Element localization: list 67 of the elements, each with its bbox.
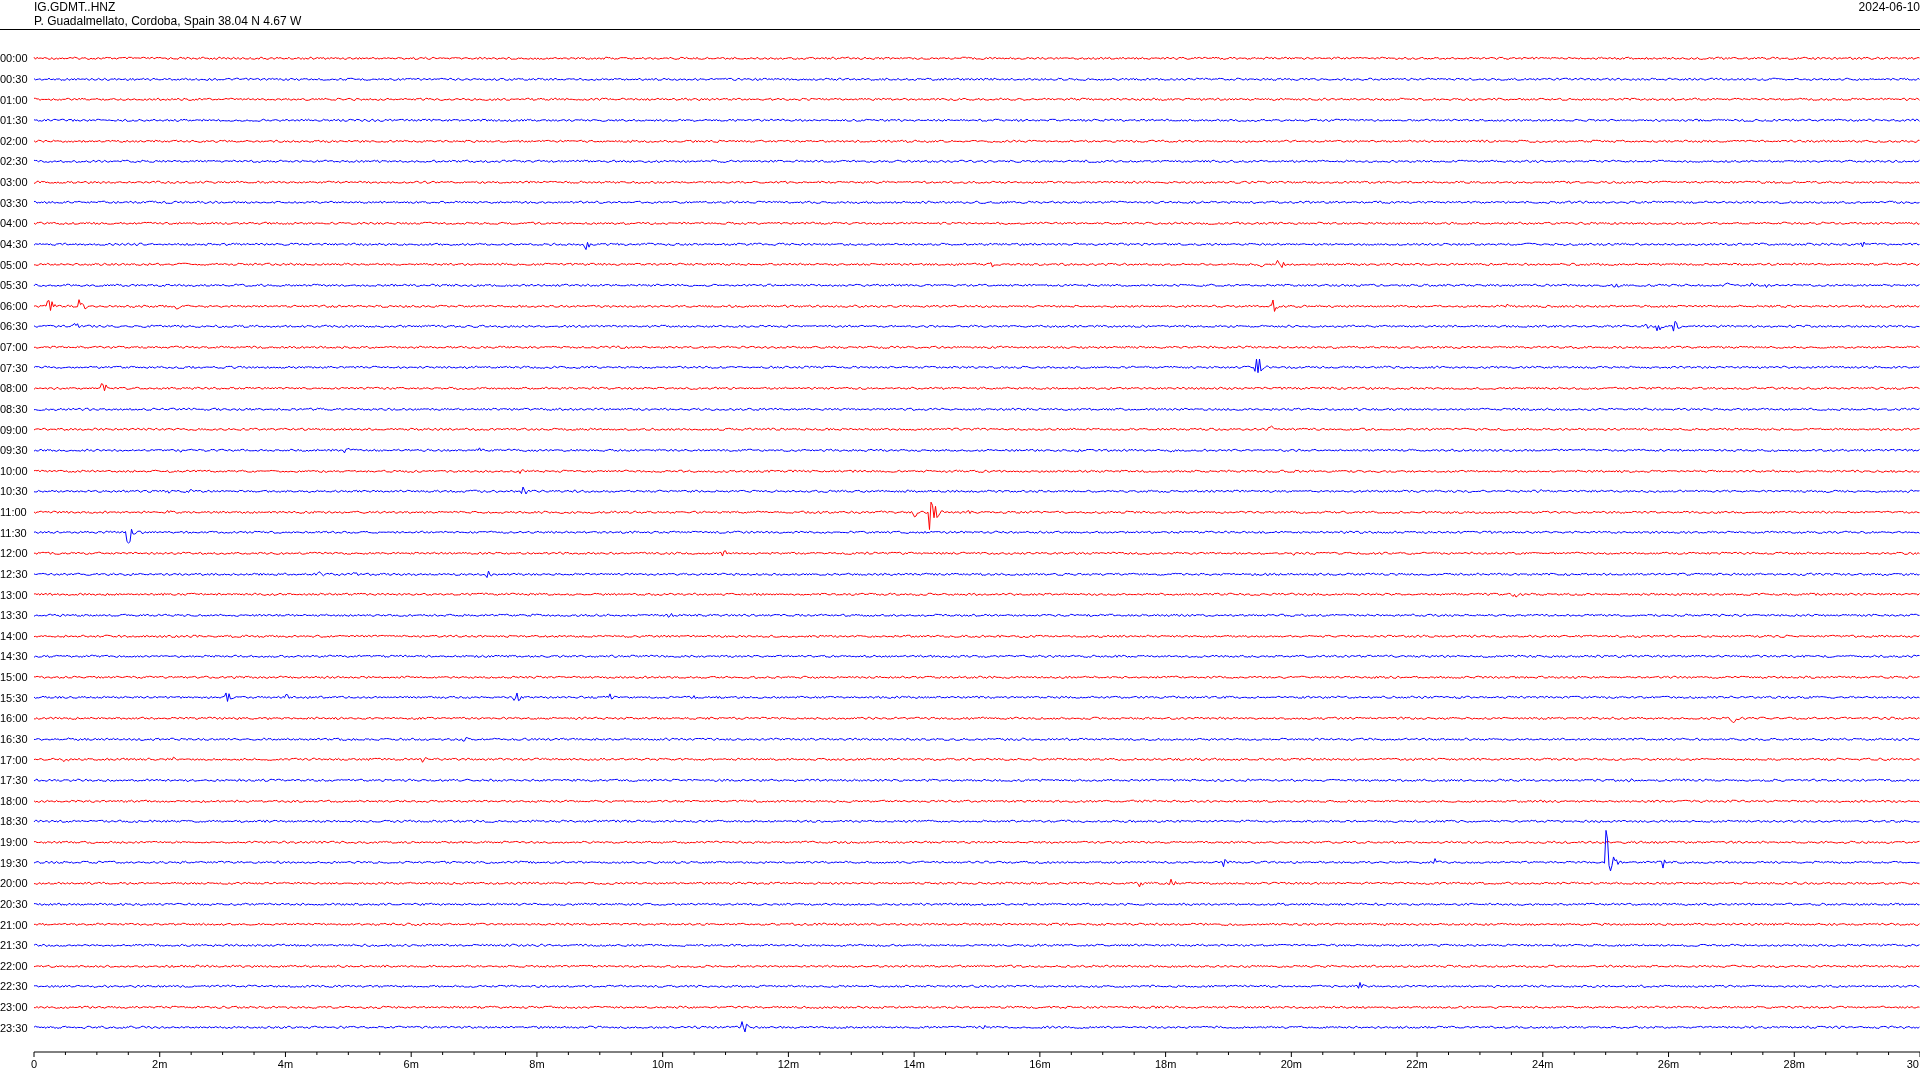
time-label: 00:30 xyxy=(0,72,29,85)
time-label: 14:00 xyxy=(0,629,29,642)
axis-tick-label: 22m xyxy=(1406,1058,1428,1070)
time-label: 16:00 xyxy=(0,712,29,725)
time-label: 19:30 xyxy=(0,856,29,869)
time-label: 12:00 xyxy=(0,547,29,560)
time-label: 01:30 xyxy=(0,114,29,127)
time-label: 04:00 xyxy=(0,217,29,230)
time-label: 09:00 xyxy=(0,423,29,436)
axis-tick-label: 24m xyxy=(1532,1058,1554,1070)
time-label: 19:00 xyxy=(0,836,29,849)
time-label: 18:30 xyxy=(0,815,29,828)
time-label: 23:30 xyxy=(0,1021,29,1034)
time-label: 11:30 xyxy=(0,526,28,539)
time-label: 05:30 xyxy=(0,279,29,292)
time-label: 14:30 xyxy=(0,650,29,663)
time-label: 06:30 xyxy=(0,320,29,333)
axis-tick-label: 16m xyxy=(1029,1058,1051,1070)
time-label: 04:30 xyxy=(0,237,29,250)
time-label: 06:00 xyxy=(0,299,29,312)
time-label: 20:00 xyxy=(0,877,29,890)
axis-tick-label: 10m xyxy=(651,1058,674,1070)
time-label: 08:00 xyxy=(0,382,29,395)
axis-tick-label: 14m xyxy=(903,1058,925,1070)
time-label: 02:00 xyxy=(0,134,29,147)
axis-tick-label: 6m xyxy=(403,1058,419,1070)
time-label: 00:00 xyxy=(0,52,29,65)
time-label: 07:00 xyxy=(0,341,29,354)
time-label: 02:30 xyxy=(0,155,29,168)
time-label: 10:30 xyxy=(0,485,29,498)
axis-tick-label: 8m xyxy=(529,1058,545,1070)
time-label: 23:00 xyxy=(0,1001,29,1014)
time-label: 13:30 xyxy=(0,609,29,622)
time-label: 01:00 xyxy=(0,93,29,106)
time-label: 21:00 xyxy=(0,918,29,931)
time-label: 03:00 xyxy=(0,176,29,189)
time-label: 11:00 xyxy=(0,506,28,519)
axis-tick-label: 30 xyxy=(1906,1058,1919,1070)
time-label: 21:30 xyxy=(0,939,29,952)
time-label: 17:30 xyxy=(0,774,29,787)
time-label: 10:00 xyxy=(0,464,29,477)
time-label: 15:00 xyxy=(0,671,29,684)
time-label: 12:30 xyxy=(0,567,29,580)
time-label: 03:30 xyxy=(0,196,29,209)
time-label: 18:00 xyxy=(0,794,29,807)
axis-tick-label: 28m xyxy=(1783,1058,1805,1070)
time-label: 20:30 xyxy=(0,897,29,910)
axis-tick-label: 26m xyxy=(1657,1058,1680,1070)
axis-tick-label: 0 xyxy=(30,1058,38,1070)
time-label: 09:30 xyxy=(0,444,29,457)
time-label: 13:00 xyxy=(0,588,29,601)
axis-tick-label: 12m xyxy=(777,1058,800,1070)
axis-tick-label: 2m xyxy=(152,1058,168,1070)
axis-tick-label: 20m xyxy=(1280,1058,1303,1070)
time-label: 22:30 xyxy=(0,980,29,993)
record-date: 2024-06-10 xyxy=(1858,0,1920,16)
time-label: 07:30 xyxy=(0,361,29,374)
time-label: 22:00 xyxy=(0,959,29,972)
time-label: 16:30 xyxy=(0,732,29,745)
axis-tick-label: 18m xyxy=(1154,1058,1177,1070)
station-location: P. Guadalmellato, Cordoba, Spain 38.04 N 4.67 W xyxy=(34,14,302,28)
time-label: 08:30 xyxy=(0,402,29,415)
time-label: 15:30 xyxy=(0,691,29,704)
axis-tick-label: 4m xyxy=(277,1058,294,1070)
time-label: 05:00 xyxy=(0,258,29,271)
time-label: 17:00 xyxy=(0,753,29,766)
station-code: IG.GDMT..HNZ xyxy=(34,0,117,14)
